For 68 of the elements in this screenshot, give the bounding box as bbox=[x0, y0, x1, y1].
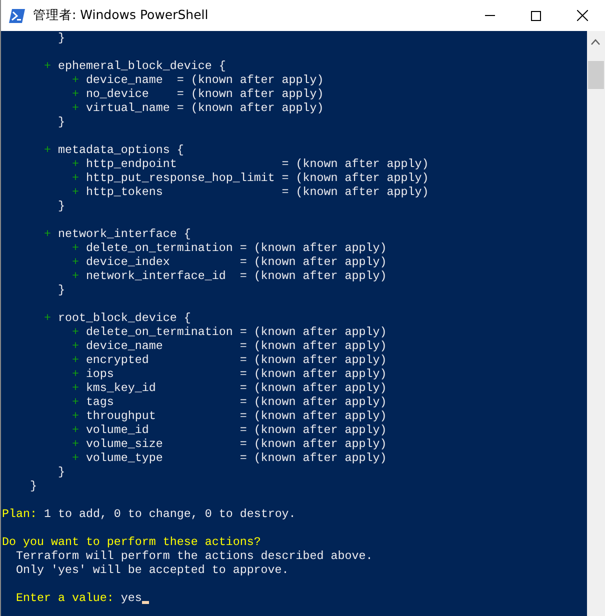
plus-sign: + bbox=[72, 409, 79, 423]
plus-sign: + bbox=[72, 73, 79, 87]
closing-brace: } bbox=[58, 199, 65, 213]
code-line: virtual_name = (known after apply) bbox=[86, 101, 324, 115]
plus-sign: + bbox=[72, 381, 79, 395]
code-line: delete_on_termination = (known after apply) bbox=[86, 241, 387, 255]
code-line: metadata_options { bbox=[58, 143, 184, 157]
code-line: network_interface_id = (known after apply) bbox=[86, 269, 387, 283]
code-line: throughput = (known after apply) bbox=[86, 409, 387, 423]
scroll-up-icon[interactable] bbox=[591, 39, 600, 45]
closing-brace: } bbox=[58, 465, 65, 479]
scrollbar[interactable] bbox=[587, 31, 605, 616]
code-line: device_name = (known after apply) bbox=[86, 73, 324, 87]
plus-sign: + bbox=[72, 185, 79, 199]
prompt-label: Enter a value: bbox=[16, 591, 114, 605]
plus-sign: + bbox=[72, 101, 79, 115]
closing-brace: } bbox=[58, 115, 65, 129]
plus-sign: + bbox=[44, 311, 51, 325]
powershell-icon bbox=[9, 8, 25, 22]
scrollbar-thumb[interactable] bbox=[588, 61, 604, 89]
plus-sign: + bbox=[72, 451, 79, 465]
plus-sign: + bbox=[72, 423, 79, 437]
code-line: http_endpoint = (known after apply) bbox=[86, 157, 429, 171]
plus-sign: + bbox=[72, 269, 79, 283]
plan-label: Plan: bbox=[2, 507, 37, 521]
code-line: http_put_response_hop_limit = (known after apply) bbox=[86, 171, 429, 185]
plus-sign: + bbox=[72, 255, 79, 269]
code-line: http_tokens = (known after apply) bbox=[86, 185, 429, 199]
plus-sign: + bbox=[72, 171, 79, 185]
close-icon bbox=[576, 10, 588, 21]
input-field[interactable]: yes bbox=[120, 591, 142, 605]
plus-sign: + bbox=[72, 87, 79, 101]
window-title: 管理者: Windows PowerShell bbox=[33, 6, 208, 24]
code-line: network_interface { bbox=[58, 227, 191, 241]
plus-sign: + bbox=[72, 353, 79, 367]
closing-brace: } bbox=[58, 283, 65, 297]
code-line: volume_id = (known after apply) bbox=[86, 423, 387, 437]
text-cursor bbox=[142, 601, 149, 604]
maximize-icon bbox=[531, 10, 541, 20]
code-line: encrypted = (known after apply) bbox=[86, 353, 387, 367]
closing-brace: } bbox=[30, 479, 37, 493]
code-line: no_device = (known after apply) bbox=[86, 87, 324, 101]
code-line: volume_type = (known after apply) bbox=[86, 451, 387, 465]
plus-sign: + bbox=[72, 241, 79, 255]
plus-sign: + bbox=[72, 157, 79, 171]
plan-summary: 1 to add, 0 to change, 0 to destroy. bbox=[44, 507, 296, 521]
code-line: tags = (known after apply) bbox=[86, 395, 387, 409]
prompt-detail: Only 'yes' will be accepted to approve. bbox=[16, 563, 289, 577]
plus-sign: + bbox=[72, 437, 79, 451]
code-line: device_name = (known after apply) bbox=[86, 339, 387, 353]
code-line: delete_on_termination = (known after apply) bbox=[86, 325, 387, 339]
code-line: root_block_device { bbox=[58, 311, 191, 325]
code-line: kms_key_id = (known after apply) bbox=[86, 381, 387, 395]
plus-sign: + bbox=[72, 325, 79, 339]
prompt-question: Do you want to perform these actions? bbox=[2, 535, 261, 549]
plus-sign: + bbox=[44, 59, 51, 73]
prompt-detail: Terraform will perform the actions described above. bbox=[16, 549, 373, 563]
code-line: ephemeral_block_device { bbox=[58, 59, 226, 73]
code-line: device_index = (known after apply) bbox=[86, 255, 387, 269]
code-line: iops = (known after apply) bbox=[86, 367, 387, 381]
plus-sign: + bbox=[72, 339, 79, 353]
plus-sign: + bbox=[44, 143, 51, 157]
plus-sign: + bbox=[72, 367, 79, 381]
plus-sign: + bbox=[72, 395, 79, 409]
plus-sign: + bbox=[44, 227, 51, 241]
minimize-icon bbox=[485, 15, 495, 16]
code-line: volume_size = (known after apply) bbox=[86, 437, 387, 451]
closing-brace: } bbox=[58, 31, 65, 45]
